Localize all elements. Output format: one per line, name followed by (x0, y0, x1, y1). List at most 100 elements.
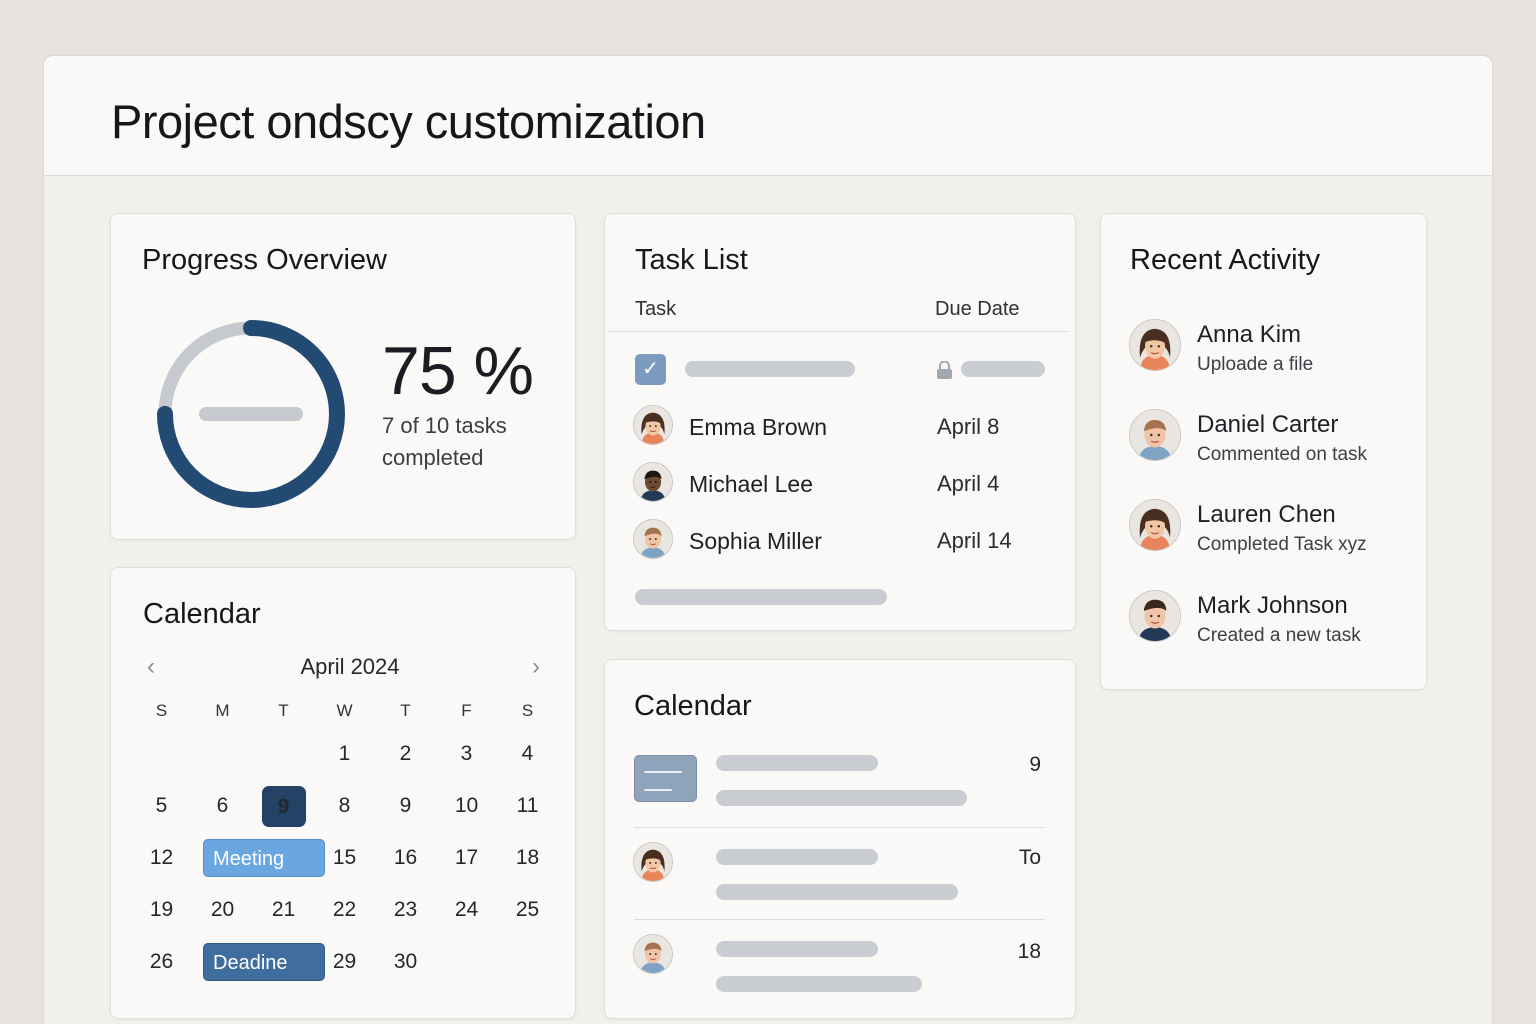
recent-activity-card: Recent Activity Anna Kim Uploade a file … (1100, 213, 1427, 690)
calendar-day[interactable]: 25 (497, 898, 558, 922)
progress-overview-card: Progress Overview 75 % 7 of 10 tasks com… (110, 213, 576, 540)
task-assignee-name: Sophia Miller (689, 528, 822, 554)
activity-description: Uploade a file (1197, 354, 1314, 375)
divider (634, 919, 1045, 920)
calendar-day[interactable]: 4 (497, 742, 558, 766)
calendar-day[interactable]: 24 (436, 898, 497, 922)
calendar-day[interactable]: 18 (497, 846, 558, 870)
event-title-placeholder (716, 755, 878, 771)
event-title-placeholder (716, 849, 878, 865)
progress-overview-title: Progress Overview (142, 244, 387, 276)
activity-item[interactable]: Mark Johnson Created a new task (1129, 590, 1419, 652)
activity-user-name: Daniel Carter (1197, 411, 1339, 438)
task-list-footer-placeholder (635, 589, 887, 605)
task-row[interactable]: Emma Brown April 8 (633, 405, 1053, 449)
calendar-day[interactable]: 12 (131, 846, 192, 870)
calendar-list-card: Calendar 9 To 18 (604, 659, 1076, 1019)
task-assignee-name: Michael Lee (689, 471, 814, 497)
task-name-placeholder (685, 361, 855, 377)
activity-item[interactable]: Lauren Chen Completed Task xyz (1129, 499, 1419, 561)
calendar-day[interactable]: 6 (192, 794, 253, 818)
activity-description: Commented on task (1197, 444, 1368, 465)
calendar-day[interactable]: 16 (375, 846, 436, 870)
avatar (633, 462, 673, 502)
calendar-week: 5 6 9 8 9 10 11 (131, 780, 561, 832)
calendar-day[interactable]: 20 (192, 898, 253, 922)
dashboard-window: Project ondscy customization Progress Ov… (43, 55, 1493, 1024)
column-header-task[interactable]: Task (635, 298, 676, 321)
calendar-day[interactable]: 9 (375, 794, 436, 818)
weekday-wed: W (336, 701, 353, 720)
calendar-day[interactable]: 17 (436, 846, 497, 870)
progress-percent: 75 % (382, 333, 534, 409)
due-date-placeholder (961, 361, 1045, 377)
checkmark-icon: ✓ (642, 358, 659, 380)
task-checkbox-checked[interactable]: ✓ (635, 354, 666, 385)
calendar-card: Calendar ‹ April 2024 › S M T W T F S 1 … (110, 567, 576, 1019)
task-row[interactable]: Sophia Miller April 14 (633, 519, 1053, 563)
activity-item[interactable]: Anna Kim Uploade a file (1129, 319, 1419, 381)
deadline-event[interactable]: Deadine (203, 943, 325, 981)
calendar-day[interactable]: 5 (131, 794, 192, 818)
calendar-day[interactable]: 22 (314, 898, 375, 922)
task-due-date: April 4 (937, 471, 1000, 496)
activity-user-name: Anna Kim (1197, 321, 1302, 348)
calendar-week: 19 20 21 22 23 24 25 (131, 884, 561, 936)
divider (634, 827, 1045, 828)
calendar-day[interactable]: 3 (436, 742, 497, 766)
activity-user-name: Lauren Chen (1197, 501, 1336, 528)
event-detail-placeholder (716, 884, 958, 900)
calendar-day[interactable]: 1 (314, 742, 375, 766)
avatar (1129, 499, 1181, 551)
weekday-thu: T (400, 701, 411, 720)
weekday-sat: S (521, 701, 534, 720)
calendar-item-value: To (1018, 846, 1041, 869)
weekday-fri: F (461, 701, 472, 720)
event-title-placeholder (716, 941, 878, 957)
document-icon (634, 755, 697, 802)
calendar-day-cell: 9 (253, 785, 314, 827)
activity-item[interactable]: Daniel Carter Commented on task (1129, 409, 1419, 471)
activity-description: Created a new task (1197, 625, 1361, 646)
calendar-day[interactable]: 29 (314, 950, 375, 974)
recent-activity-title: Recent Activity (1130, 244, 1321, 276)
avatar (633, 934, 673, 974)
activity-user-name: Mark Johnson (1197, 592, 1348, 619)
task-assignee-name: Emma Brown (689, 414, 828, 440)
calendar-week: 12 Meeting 15 16 17 18 (131, 832, 561, 884)
event-detail-placeholder (716, 790, 967, 806)
page-title: Project ondscy customization (111, 95, 706, 148)
calendar-item-value: 18 (1017, 940, 1041, 963)
calendar-month-label: April 2024 (300, 654, 400, 679)
calendar-day[interactable]: 8 (314, 794, 375, 818)
calendar-day-selected[interactable]: 9 (261, 785, 306, 827)
calendar-day[interactable]: 15 (314, 846, 375, 870)
meeting-event[interactable]: Meeting (203, 839, 325, 877)
column-header-due-date[interactable]: Due Date (935, 298, 1020, 321)
progress-donut-chart (157, 320, 345, 508)
avatar (1129, 319, 1181, 371)
avatar (633, 842, 673, 882)
task-due-date: April 14 (937, 528, 1012, 553)
lock-icon (937, 361, 952, 379)
calendar-title: Calendar (143, 598, 261, 630)
calendar-day[interactable]: 11 (497, 794, 558, 818)
calendar-day[interactable]: 23 (375, 898, 436, 922)
chevron-right-icon[interactable]: › (524, 654, 548, 680)
calendar-day[interactable]: 19 (131, 898, 192, 922)
calendar-day[interactable]: 10 (436, 794, 497, 818)
calendar-day[interactable]: 2 (375, 742, 436, 766)
task-row[interactable]: Michael Lee April 4 (633, 462, 1053, 506)
calendar-day[interactable]: 26 (131, 950, 192, 974)
calendar-week: 1 2 3 4 (131, 728, 561, 780)
calendar-week: 26 Deadine 29 30 (131, 936, 561, 988)
avatar (1129, 409, 1181, 461)
calendar-day[interactable]: 21 (253, 898, 314, 922)
calendar-day[interactable]: 30 (375, 950, 436, 974)
avatar (633, 519, 673, 559)
task-due-date: April 8 (937, 414, 1000, 439)
calendar-weekday-row: S M T W T F S (131, 694, 561, 728)
donut-center-placeholder (199, 407, 303, 421)
weekday-mon: M (215, 701, 230, 720)
event-detail-placeholder (716, 976, 922, 992)
